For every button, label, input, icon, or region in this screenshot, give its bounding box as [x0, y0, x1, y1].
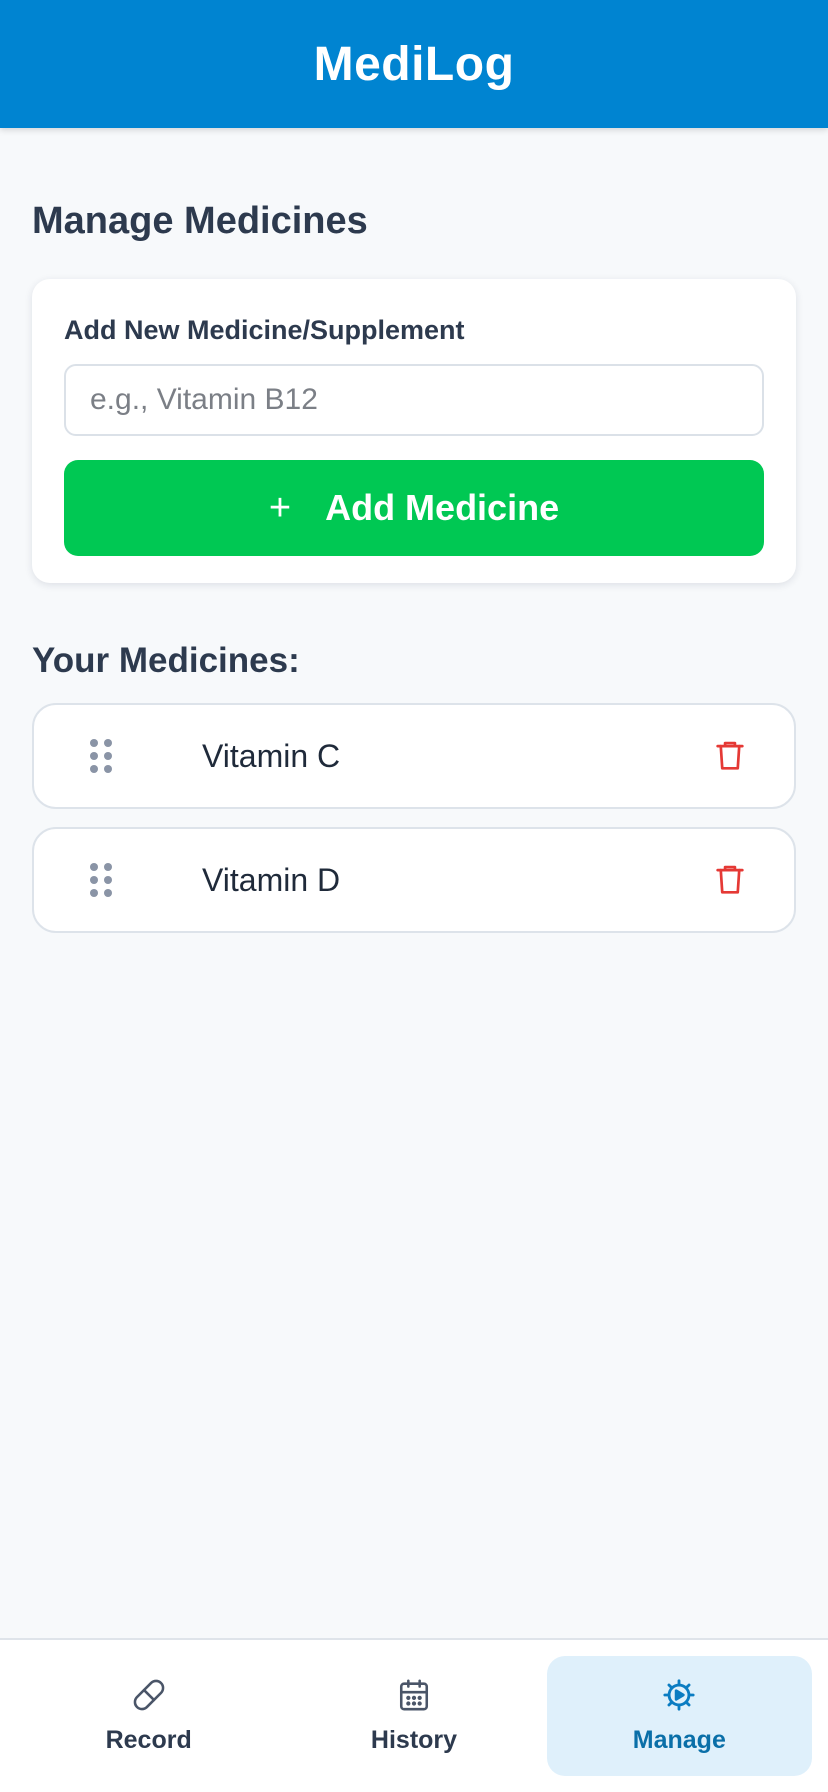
- medicine-list-item: Vitamin D: [32, 827, 796, 933]
- gear-icon: [662, 1678, 696, 1712]
- add-medicine-label: Add New Medicine/Supplement: [64, 315, 465, 345]
- main-content: Manage Medicines Add New Medicine/Supple…: [0, 200, 828, 933]
- nav-item-record[interactable]: Record: [16, 1656, 281, 1776]
- app-root: MediLog Manage Medicines Add New Medicin…: [0, 0, 828, 1792]
- drag-handle-icon[interactable]: [90, 863, 112, 897]
- medicine-name-input[interactable]: [64, 364, 764, 436]
- app-title: MediLog: [313, 37, 515, 91]
- trash-icon: [716, 741, 744, 770]
- add-medicine-button[interactable]: + Add Medicine: [64, 460, 764, 556]
- medicine-list-item: Vitamin C: [32, 703, 796, 809]
- medicine-name: Vitamin C: [202, 737, 341, 774]
- drag-handle-icon[interactable]: [90, 739, 112, 773]
- trash-icon: [716, 865, 744, 894]
- nav-item-history[interactable]: History: [281, 1656, 546, 1776]
- calendar-icon: [397, 1678, 431, 1712]
- medicine-list: Vitamin C Vitamin D: [32, 703, 796, 933]
- nav-item-manage[interactable]: Manage: [546, 1656, 812, 1776]
- bottom-navigation: Record History Manage: [0, 1638, 828, 1792]
- app-header: MediLog: [0, 0, 828, 128]
- page-title: Manage Medicines: [32, 200, 368, 242]
- medicine-name: Vitamin D: [202, 861, 341, 898]
- add-medicine-card: Add New Medicine/Supplement + Add Medici…: [32, 279, 796, 583]
- add-medicine-button-label: Add Medicine: [325, 487, 560, 528]
- nav-label-manage: Manage: [632, 1725, 726, 1754]
- medicines-list-heading: Your Medicines:: [32, 641, 300, 680]
- nav-label-history: History: [370, 1725, 458, 1754]
- pill-icon: [132, 1678, 166, 1712]
- delete-medicine-button[interactable]: [710, 736, 750, 776]
- plus-icon: +: [268, 487, 292, 529]
- nav-label-record: Record: [105, 1725, 192, 1754]
- delete-medicine-button[interactable]: [710, 860, 750, 900]
